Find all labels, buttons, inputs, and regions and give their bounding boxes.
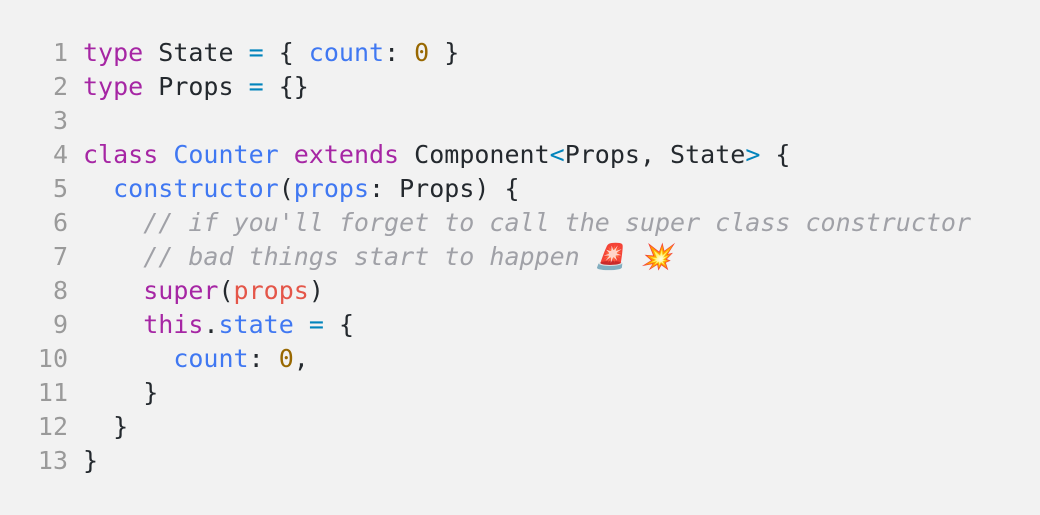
line-code[interactable]: count: 0, [68, 342, 309, 376]
code-token-plain: State [143, 38, 249, 67]
code-token-ty: count [173, 344, 249, 373]
line-code[interactable]: // bad things start to happen 🚨 💥 [68, 240, 672, 274]
code-token-plain: : [384, 38, 415, 67]
code-line[interactable]: 12 } [0, 410, 1040, 444]
line-code[interactable]: this.state = { [68, 308, 354, 342]
code-token-kw: this [143, 310, 204, 339]
line-code[interactable]: } [68, 410, 128, 444]
code-token-plain: } [83, 446, 99, 475]
code-line[interactable]: 9 this.state = { [0, 308, 1040, 342]
code-line[interactable]: 11 } [0, 376, 1040, 410]
code-token-num: 0 [278, 344, 294, 373]
code-token-op: < [549, 140, 565, 169]
code-token-plain: Props, State [564, 140, 746, 169]
line-number: 3 [52, 106, 68, 135]
code-token-plain: Component [399, 140, 550, 169]
line-number: 8 [52, 276, 68, 305]
code-line[interactable]: 7 // bad things start to happen 🚨 💥 [0, 240, 1040, 274]
code-token-plain: {} [263, 72, 309, 101]
line-code[interactable] [68, 104, 83, 138]
code-token-op: = [308, 310, 324, 339]
code-token-fn: constructor [113, 174, 279, 203]
line-number: 13 [37, 446, 68, 475]
code-token-param: props [233, 276, 309, 305]
code-token-kw: type [83, 38, 144, 67]
code-token-plain: Props [143, 72, 249, 101]
code-token-kw: super [143, 276, 219, 305]
code-line[interactable]: 13} [0, 444, 1040, 478]
line-code[interactable]: // if you'll forget to call the super cl… [68, 206, 971, 240]
code-token-plain: . [203, 310, 219, 339]
code-token-plain: : [248, 344, 279, 373]
line-number: 5 [52, 174, 68, 203]
code-token-plain: ( [278, 174, 294, 203]
code-token-plain: } [83, 412, 129, 441]
code-token-plain: : Props) { [369, 174, 520, 203]
code-token-plain: } [429, 38, 460, 67]
line-code[interactable]: } [68, 444, 98, 478]
code-token-ty: Counter [173, 140, 279, 169]
code-token-op: = [248, 38, 264, 67]
code-token-plain: { [760, 140, 791, 169]
code-token-kw: class [83, 140, 159, 169]
code-line[interactable]: 3 [0, 104, 1040, 138]
code-line[interactable]: 10 count: 0, [0, 342, 1040, 376]
code-line[interactable]: 5 constructor(props: Props) { [0, 172, 1040, 206]
code-token-kw: extends [293, 140, 400, 169]
code-token-kw: type [83, 72, 144, 101]
line-number: 2 [52, 72, 68, 101]
code-token-plain: , [293, 344, 309, 373]
line-code[interactable]: } [68, 376, 158, 410]
code-token-cm: // if you'll forget to call the super cl… [143, 208, 972, 237]
code-token-cm: // bad things start to happen 🚨 💥 [143, 242, 673, 271]
line-number: 7 [52, 242, 68, 271]
code-line[interactable]: 4 class Counter extends Component<Props, … [0, 138, 1040, 172]
code-token-plain: { [323, 310, 354, 339]
line-number: 12 [37, 412, 68, 441]
line-number: 10 [37, 344, 68, 373]
code-token-ty: count [308, 38, 385, 67]
code-token-op: = [248, 72, 264, 101]
code-token-ty: state [218, 310, 294, 339]
code-token-ty: props [293, 174, 370, 203]
line-number: 4 [52, 140, 68, 169]
code-line[interactable]: 6 // if you'll forget to call the super … [0, 206, 1040, 240]
line-number: 11 [37, 378, 68, 407]
line-code[interactable]: type Props = {} [68, 70, 309, 104]
line-code[interactable]: class Counter extends Component<Props, S… [68, 138, 790, 172]
code-token-num: 0 [414, 38, 430, 67]
line-code[interactable]: type State = { count: 0 } [68, 36, 459, 70]
line-code[interactable]: constructor(props: Props) { [68, 172, 520, 206]
code-token-plain: ) [308, 276, 324, 305]
code-editor[interactable]: 1 type State = { count: 0 } 2 type Props = … [0, 0, 1040, 515]
code-line[interactable]: 8 super(props) [0, 274, 1040, 308]
code-token-plain: } [83, 378, 159, 407]
line-number: 1 [52, 38, 68, 67]
line-number: 6 [52, 208, 68, 237]
code-token-plain: ( [218, 276, 234, 305]
line-code[interactable]: super(props) [68, 274, 324, 308]
line-number: 9 [52, 310, 68, 339]
code-token-op: > [745, 140, 761, 169]
code-line[interactable]: 2 type Props = {} [0, 70, 1040, 104]
code-line[interactable]: 1 type State = { count: 0 } [0, 36, 1040, 70]
code-token-plain: { [263, 38, 309, 67]
